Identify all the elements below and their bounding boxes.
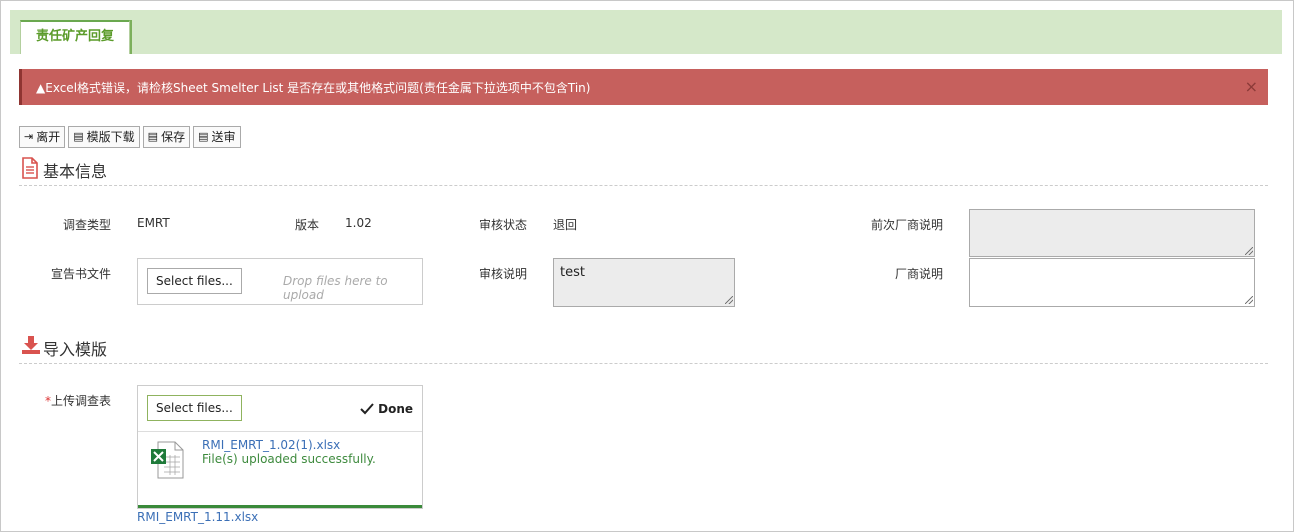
download-label: 模版下载 [86, 130, 135, 144]
review-status-value: 退回 [553, 218, 578, 232]
submit-review-button[interactable]: ▤ 送审 [193, 126, 241, 148]
select-files-button[interactable]: Select files... [147, 395, 242, 421]
window: 责任矿产回复 ▲Excel格式错误，请检核Sheet Smelter List … [0, 0, 1294, 532]
prev-vendor-note-label: 前次厂商说明 [870, 218, 943, 232]
save-icon: ▤ [147, 130, 159, 143]
declaration-upload-zone[interactable]: Select files... Drop files here to uploa… [137, 258, 423, 305]
upload-progress-bar [138, 505, 422, 508]
leave-button[interactable]: ⇥ 离开 [19, 126, 66, 148]
done-label: Done [378, 402, 413, 416]
alert-message: ▲Excel格式错误，请检核Sheet Smelter List 是否存在或其他… [36, 79, 590, 96]
document-icon: ▤ [73, 130, 84, 143]
resize-grip[interactable] [1245, 247, 1253, 255]
upload-success-message: File(s) uploaded successfully. [202, 452, 376, 466]
close-icon[interactable]: × [1245, 77, 1258, 96]
review-status-label: 审核状态 [478, 218, 527, 232]
submit-label: 送审 [211, 130, 236, 144]
checkmark-icon [360, 403, 374, 415]
upload-survey-text: 上传调查表 [50, 394, 111, 408]
download-icon [21, 335, 41, 358]
download-template-button[interactable]: ▤ 模版下载 [68, 126, 140, 148]
submit-icon: ▤ [198, 130, 209, 143]
uploaded-file-name[interactable]: RMI_EMRT_1.02(1).xlsx [202, 438, 340, 452]
existing-file-link[interactable]: RMI_EMRT_1.11.xlsx [137, 510, 258, 524]
warning-icon: ▲ [36, 81, 46, 95]
excel-file-icon [150, 441, 184, 482]
error-alert: ▲Excel格式错误，请检核Sheet Smelter List 是否存在或其他… [19, 69, 1268, 105]
leave-label: 离开 [36, 130, 61, 144]
survey-type-label: 调查类型 [62, 218, 111, 232]
section-title: 导入模版 [43, 340, 108, 359]
exit-icon: ⇥ [24, 130, 34, 143]
tab-bar: 责任矿产回复 [10, 10, 1282, 54]
review-note-label: 审核说明 [478, 267, 527, 281]
resize-grip[interactable] [725, 296, 733, 304]
version-value: 1.02 [345, 216, 372, 230]
upload-survey-label: *上传调查表 [41, 392, 111, 409]
toolbar: ⇥ 离开 ▤ 模版下载 ▤ 保存 ▤ 送审 [19, 126, 241, 148]
upload-done-status: Done [360, 402, 413, 416]
document-icon [21, 157, 39, 182]
survey-upload-widget[interactable]: Select files... Done RMI_EMRT_1.02(1).xl… [137, 385, 423, 509]
basic-info-section-header: 基本信息 [19, 155, 1268, 186]
declaration-file-label: 宣告书文件 [50, 267, 111, 281]
resize-grip[interactable] [1245, 296, 1253, 304]
alert-text: Excel格式错误，请检核Sheet Smelter List 是否存在或其他格… [45, 81, 591, 95]
survey-type-value: EMRT [137, 216, 170, 230]
save-button[interactable]: ▤ 保存 [142, 126, 191, 148]
section-title: 基本信息 [43, 162, 108, 181]
divider [138, 431, 422, 432]
tab-responsible-minerals[interactable]: 责任矿产回复 [20, 20, 132, 54]
version-label: 版本 [294, 218, 319, 232]
review-note-field: test [553, 258, 735, 307]
select-files-button[interactable]: Select files... [147, 268, 242, 294]
drop-hint: Drop files here to upload [283, 274, 388, 302]
vendor-note-field[interactable] [969, 258, 1255, 307]
save-label: 保存 [161, 130, 186, 144]
vendor-note-label: 厂商说明 [894, 267, 943, 281]
prev-vendor-note-field [969, 209, 1255, 257]
import-template-section-header: 导入模版 [19, 333, 1268, 364]
